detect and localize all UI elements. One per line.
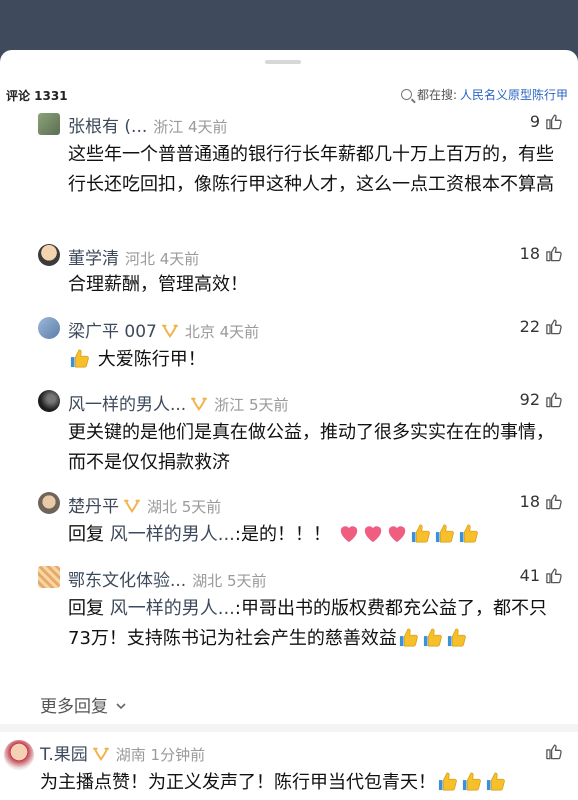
comment-count: 评论 1331 <box>6 89 68 103</box>
more-replies-button[interactable]: 更多回复 <box>40 692 127 717</box>
comment-text-row: 为主播点赞！为正义发声了！陈行甲当代包青天！ <box>40 768 570 798</box>
trending-search[interactable]: 都在搜: 人民名义原型陈行甲 <box>400 86 568 103</box>
like-count: 41 <box>519 566 540 585</box>
comment-username[interactable]: 鄂东文化体验... 湖北 5天前 <box>68 566 267 591</box>
like-count: 18 <box>519 492 540 511</box>
thumbs-up-icon <box>544 742 564 761</box>
heart-emoji-icon <box>362 523 384 543</box>
heart-emoji-icon <box>338 523 360 543</box>
comment-text: 为主播点赞！为正义发声了！陈行甲当代包青天！ <box>40 772 436 793</box>
thumbs-up-icon <box>544 244 564 263</box>
badge-icon <box>92 747 110 761</box>
badge-icon <box>190 397 208 411</box>
heart-emoji-icon <box>386 523 408 543</box>
thumbs-up-emoji-icon <box>458 523 480 543</box>
comment-location-time: 北京 4天前 <box>184 323 260 341</box>
thumbs-up-emoji-icon <box>461 771 483 791</box>
thumbs-up-emoji-icon <box>434 523 456 543</box>
thumbs-up-emoji-icon <box>446 627 468 647</box>
comment-text: 合理薪酬，管理高效！ <box>68 274 248 295</box>
like-count: 22 <box>519 317 540 336</box>
reply-prefix: 回复 <box>68 598 110 619</box>
avatar[interactable] <box>38 492 60 514</box>
comment-username[interactable]: 风一样的男人... 浙江 5天前 <box>68 390 289 415</box>
comment-location-time: 湖南 1分钟前 <box>115 746 206 764</box>
search-keyword-link[interactable]: 人民名义原型陈行甲 <box>460 86 568 103</box>
like-count: 92 <box>519 390 540 409</box>
thumbs-up-emoji-icon <box>485 771 507 791</box>
thumbs-up-emoji-icon <box>398 627 420 647</box>
like-button[interactable]: 9 <box>530 112 564 131</box>
like-count: 18 <box>519 244 540 263</box>
comments-header: 评论 1331 都在搜: 人民名义原型陈行甲 <box>0 82 578 108</box>
comment-location-time: 湖北 5天前 <box>147 498 222 516</box>
thumbs-up-icon <box>544 566 564 585</box>
comment-location-time: 湖北 5天前 <box>192 572 267 590</box>
avatar[interactable] <box>38 566 60 588</box>
thumbs-up-icon <box>544 492 564 511</box>
like-button[interactable]: 18 <box>520 244 564 263</box>
like-button[interactable]: 41 <box>520 566 564 585</box>
comment-text-row: 回复 风一样的男人...:是的！！！ <box>68 520 566 550</box>
badge-icon <box>123 499 141 513</box>
comment-text: :是的！！！ <box>234 524 331 545</box>
thread-divider <box>0 724 578 732</box>
avatar[interactable] <box>4 740 34 770</box>
like-button[interactable]: 92 <box>520 390 564 409</box>
avatar[interactable] <box>38 317 60 339</box>
comment-text-row: 大爱陈行甲！ <box>68 345 566 375</box>
thumbs-up-icon <box>544 112 564 131</box>
avatar[interactable] <box>38 244 60 266</box>
thumbs-up-emoji-icon <box>69 348 91 368</box>
comment-username[interactable]: 楚丹平 湖北 5天前 <box>68 492 221 517</box>
chevron-down-icon <box>116 703 126 710</box>
thumbs-up-emoji-icon <box>410 523 432 543</box>
avatar[interactable] <box>38 390 60 412</box>
comment-location-time: 河北 4天前 <box>125 250 200 268</box>
search-icon <box>400 89 412 100</box>
like-button[interactable]: 22 <box>520 317 564 336</box>
badge-icon <box>161 324 179 338</box>
comments-sheet: 评论 1331 都在搜: 人民名义原型陈行甲 张根有 (... 浙江 4天前 9 … <box>0 50 578 800</box>
like-count: 9 <box>529 112 540 131</box>
sheet-drag-handle[interactable] <box>265 60 301 64</box>
thumbs-up-emoji-icon <box>437 771 459 791</box>
comment-username[interactable]: T.果园 湖南 1分钟前 <box>40 740 205 765</box>
comment-text: 这些年一个普普通通的银行行长年薪都几十万上百万的，有些行长还吃回扣，像陈行甲这种… <box>68 144 554 195</box>
reply-prefix: 回复 <box>68 524 110 545</box>
avatar[interactable] <box>38 113 60 135</box>
comment-username[interactable]: 张根有 (... 浙江 4天前 <box>68 112 228 137</box>
reply-to-user-link[interactable]: 风一样的男人... <box>110 598 235 619</box>
reply-to-user-link[interactable]: 风一样的男人... <box>110 524 235 545</box>
thumbs-up-emoji-icon <box>422 627 444 647</box>
comment-text-row: 回复 风一样的男人...:甲哥出书的版权费都充公益了，都不只73万！支持陈书记为… <box>68 594 566 654</box>
like-button[interactable]: 18 <box>520 492 564 511</box>
comment-username[interactable]: 董学清 河北 4天前 <box>68 244 199 269</box>
search-prefix: 都在搜: <box>416 88 457 102</box>
comment-location-time: 浙江 4天前 <box>153 118 228 136</box>
comment-text: 大爱陈行甲！ <box>97 349 206 370</box>
comment-username[interactable]: 梁广平 007 北京 4天前 <box>68 317 259 342</box>
comment-text: 更关键的是他们是真在做公益，推动了很多实实在在的事情，而不是仅仅捐款救济 <box>68 422 554 473</box>
thumbs-up-icon <box>544 390 564 409</box>
like-button[interactable] <box>540 742 564 761</box>
comment-location-time: 浙江 5天前 <box>214 396 289 414</box>
thumbs-up-icon <box>544 317 564 336</box>
